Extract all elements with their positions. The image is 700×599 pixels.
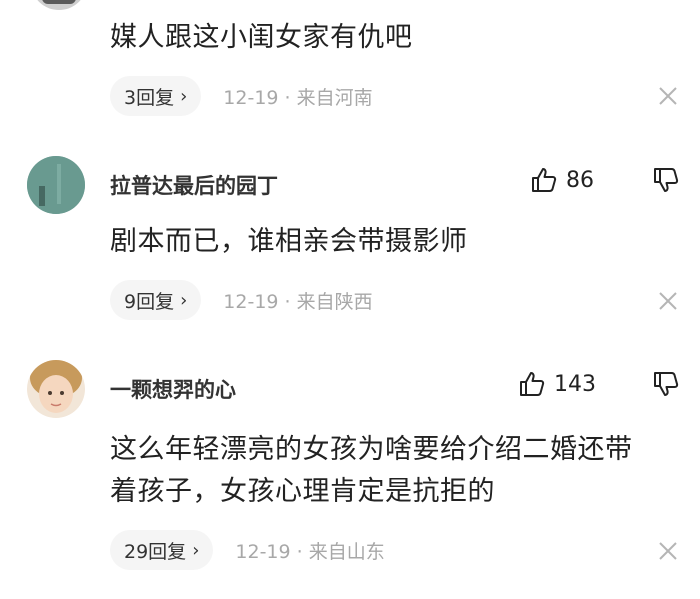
thumbs-down-icon[interactable]	[650, 166, 680, 196]
comment-meta: 29回复 › 12-19 · 来自山东	[110, 530, 385, 570]
comment-meta: 3回复 › 12-19 · 来自河南	[110, 76, 373, 116]
like-count: 86	[566, 167, 594, 193]
comment-text-line-2: 着孩子，女孩心理肯定是抗拒的	[110, 476, 495, 507]
reply-count: 3回复	[124, 86, 175, 109]
chevron-right-icon: ›	[192, 539, 200, 561]
like-button[interactable]: 86	[530, 166, 594, 194]
comment-meta: 9回复 › 12-19 · 来自陕西	[110, 280, 373, 320]
chevron-right-icon: ›	[180, 289, 188, 311]
reply-button[interactable]: 3回复 ›	[110, 76, 202, 116]
reply-count: 29回复	[124, 540, 187, 563]
username[interactable]: 拉普达最后的园丁	[110, 170, 278, 200]
chevron-right-icon: ›	[180, 85, 188, 107]
comment-text: 媒人跟这小闺女家有仇吧	[110, 22, 413, 53]
thumbs-down-icon[interactable]	[650, 370, 680, 400]
avatar-cropped[interactable]	[32, 0, 86, 10]
date-location: 12-19 · 来自山东	[235, 540, 385, 563]
comment-text-line-1: 这么年轻漂亮的女孩为啥要给介绍二婚还带	[110, 434, 633, 465]
close-icon[interactable]	[657, 540, 679, 562]
close-icon[interactable]	[657, 290, 679, 312]
avatar[interactable]	[27, 360, 85, 418]
reply-button[interactable]: 29回复 ›	[110, 530, 214, 570]
avatar[interactable]	[27, 156, 85, 214]
reply-count: 9回复	[124, 290, 175, 313]
date-location: 12-19 · 来自陕西	[223, 290, 373, 313]
thumbs-up-icon	[520, 372, 545, 396]
date-location: 12-19 · 来自河南	[223, 86, 373, 109]
reply-button[interactable]: 9回复 ›	[110, 280, 202, 320]
comment-text: 剧本而已，谁相亲会带摄影师	[110, 226, 468, 257]
like-button[interactable]: 143	[518, 370, 596, 398]
thumbs-up-icon	[532, 168, 557, 192]
close-icon[interactable]	[657, 85, 679, 107]
like-count: 143	[554, 371, 596, 397]
username[interactable]: 一颗想羿的心	[110, 374, 236, 404]
